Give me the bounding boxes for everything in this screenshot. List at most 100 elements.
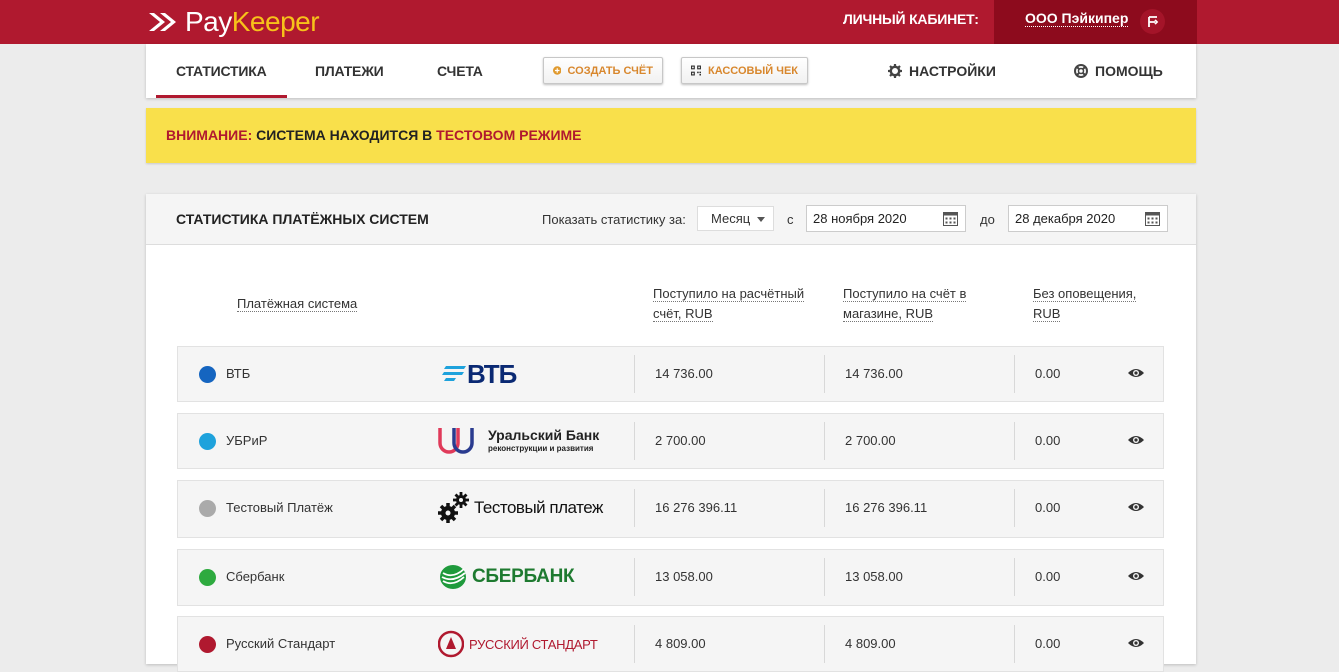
- eye-icon[interactable]: [1128, 501, 1144, 513]
- ubrir-logo-subtext: реконструкции и развития: [488, 444, 594, 453]
- stats-panel: СТАТИСТИКА ПЛАТЁЖНЫХ СИСТЕМ Показать ста…: [146, 194, 1196, 672]
- from-date-field[interactable]: 28 ноября 2020: [806, 205, 966, 232]
- row-received-account: 4 809.00: [655, 636, 706, 651]
- row-received-account: 13 058.00: [655, 569, 713, 584]
- table-row[interactable]: Тестовый Платёж Тестовый платеж 16 276 3…: [177, 480, 1164, 538]
- row-received-shop: 16 276 396.11: [845, 500, 928, 515]
- tab-invoices[interactable]: СЧЕТА: [437, 44, 483, 98]
- account-block[interactable]: ООО Пэйкипер: [994, 0, 1197, 44]
- column-header-received-shop[interactable]: Поступило на счёт в магазине, RUB: [843, 284, 967, 324]
- account-name-link[interactable]: ООО Пэйкипер: [1025, 10, 1129, 27]
- test-mode-alert: ВНИМАНИЕ: СИСТЕМА НАХОДИТСЯ В ТЕСТОВОМ Р…: [146, 108, 1196, 163]
- to-label: до: [980, 212, 995, 227]
- stats-panel-header: СТАТИСТИКА ПЛАТЁЖНЫХ СИСТЕМ Показать ста…: [146, 194, 1196, 245]
- eye-icon[interactable]: [1128, 367, 1144, 379]
- row-no-notify: 0.00: [1035, 433, 1061, 448]
- eye-icon[interactable]: [1128, 637, 1144, 649]
- gears-icon: [438, 492, 469, 523]
- table-row[interactable]: Сбербанк СБЕРБАНК 13 058.00 13 058.00 0.…: [177, 549, 1164, 606]
- table-row[interactable]: ВТБ ВТБ 14 736.00 14 736.00 0.00: [177, 346, 1164, 402]
- column-header-system-text: Платёжная система: [237, 296, 358, 312]
- row-no-notify: 0.00: [1035, 366, 1061, 381]
- paykeeper-logo[interactable]: PayKeeper: [147, 4, 320, 40]
- row-system-name: Русский Стандарт: [226, 636, 336, 651]
- column-header-received-account-line2: счёт, RUB: [653, 306, 713, 322]
- lifebuoy-icon: [1074, 64, 1088, 78]
- tab-statistics[interactable]: СТАТИСТИКА: [156, 44, 286, 98]
- gear-icon: [888, 64, 902, 78]
- row-color-dot: [199, 366, 216, 383]
- ubrir-logo: Уральский Банк реконструкции и развития: [436, 422, 599, 460]
- to-date-field[interactable]: 28 декабря 2020: [1008, 205, 1168, 232]
- alert-text: ВНИМАНИЕ: СИСТЕМА НАХОДИТСЯ В ТЕСТОВОМ Р…: [166, 127, 582, 143]
- test-payment-logo-text: Тестовый платеж: [474, 498, 603, 517]
- create-invoice-label: СОЗДАТЬ СЧЁТ: [567, 64, 653, 77]
- table-row[interactable]: Русский Стандарт РУССКИЙ СТАНДАРТ 4 809.…: [177, 616, 1164, 672]
- row-received-shop: 4 809.00: [845, 636, 896, 651]
- logo-text: PayKeeper: [185, 6, 320, 38]
- help-label: ПОМОЩЬ: [1095, 63, 1163, 79]
- row-color-dot: [199, 500, 216, 517]
- column-header-received-shop-line1: Поступило на счёт в: [843, 286, 967, 302]
- stats-title: СТАТИСТИКА ПЛАТЁЖНЫХ СИСТЕМ: [176, 211, 429, 227]
- period-label: Показать статистику за:: [542, 212, 686, 227]
- cabinet-label: ЛИЧНЫЙ КАБИНЕТ:: [843, 11, 979, 27]
- chevron-down-icon: [757, 217, 765, 222]
- row-system-name: Тестовый Платёж: [226, 500, 333, 515]
- period-select[interactable]: Месяц: [697, 206, 774, 231]
- eye-icon[interactable]: [1128, 570, 1144, 582]
- ubrir-emblem-icon: [438, 428, 474, 454]
- row-divider: [1014, 558, 1015, 596]
- logout-icon: [1147, 15, 1158, 27]
- column-header-received-account-line1: Поступило на расчётный: [653, 286, 805, 302]
- qr-code-icon: [691, 65, 701, 76]
- cash-receipt-label: КАССОВЫЙ ЧЕК: [707, 64, 798, 77]
- table-row[interactable]: УБРиР Уральский Банк реконструкции и раз…: [177, 413, 1164, 469]
- from-label: с: [787, 212, 794, 227]
- cash-receipt-button[interactable]: КАССОВЫЙ ЧЕК: [681, 57, 808, 84]
- calendar-icon[interactable]: [1145, 211, 1160, 226]
- main-navigation: СТАТИСТИКА ПЛАТЕЖИ СЧЕТА СОЗДАТЬ СЧЁТ КА…: [146, 44, 1196, 98]
- logo-text-pay: Pay: [185, 6, 232, 37]
- column-header-system[interactable]: Платёжная система: [237, 294, 358, 314]
- row-divider: [634, 355, 635, 393]
- row-system-name: ВТБ: [226, 366, 251, 381]
- row-divider: [1014, 422, 1015, 460]
- test-payment-logo: Тестовый платеж: [438, 489, 603, 527]
- row-divider: [1014, 625, 1015, 663]
- sberbank-emblem-icon: [440, 565, 466, 589]
- russian-standard-logo: РУССКИЙ СТАНДАРТ: [438, 625, 598, 663]
- settings-link[interactable]: НАСТРОЙКИ: [888, 44, 996, 98]
- row-divider: [824, 489, 825, 527]
- row-no-notify: 0.00: [1035, 500, 1061, 515]
- paykeeper-chevrons-icon: [149, 13, 176, 31]
- column-header-no-notify[interactable]: Без оповещения, RUB: [1033, 284, 1137, 324]
- ubrir-logo-text: Уральский Банк: [488, 427, 600, 443]
- account-avatar-icon[interactable]: [1140, 9, 1165, 34]
- row-divider: [1014, 355, 1015, 393]
- row-divider: [824, 422, 825, 460]
- eye-icon[interactable]: [1128, 434, 1144, 446]
- row-received-shop: 13 058.00: [845, 569, 903, 584]
- from-date-value: 28 ноября 2020: [813, 211, 907, 226]
- sberbank-logo-text: СБЕРБАНК: [472, 566, 575, 587]
- vtb-logo: ВТБ: [442, 355, 517, 393]
- row-divider: [634, 489, 635, 527]
- period-select-value: Месяц: [711, 211, 751, 226]
- help-link[interactable]: ПОМОЩЬ: [1074, 44, 1163, 98]
- row-received-shop: 2 700.00: [845, 433, 896, 448]
- column-header-received-account[interactable]: Поступило на расчётный счёт, RUB: [653, 284, 805, 324]
- row-color-dot: [199, 636, 216, 653]
- russian-standard-emblem-icon: [438, 630, 464, 658]
- sberbank-logo: СБЕРБАНК: [439, 558, 575, 596]
- calendar-icon[interactable]: [943, 211, 958, 226]
- create-invoice-button[interactable]: СОЗДАТЬ СЧЁТ: [543, 57, 663, 84]
- row-divider: [634, 625, 635, 663]
- row-received-account: 14 736.00: [655, 366, 713, 381]
- tab-payments[interactable]: ПЛАТЕЖИ: [315, 44, 384, 98]
- row-divider: [1014, 489, 1015, 527]
- alert-prefix: ВНИМАНИЕ:: [166, 127, 253, 143]
- column-header-no-notify-line1: Без оповещения,: [1033, 286, 1137, 302]
- plus-circle-icon: [553, 66, 562, 75]
- alert-mode: ТЕСТОВОМ РЕЖИМЕ: [436, 127, 582, 143]
